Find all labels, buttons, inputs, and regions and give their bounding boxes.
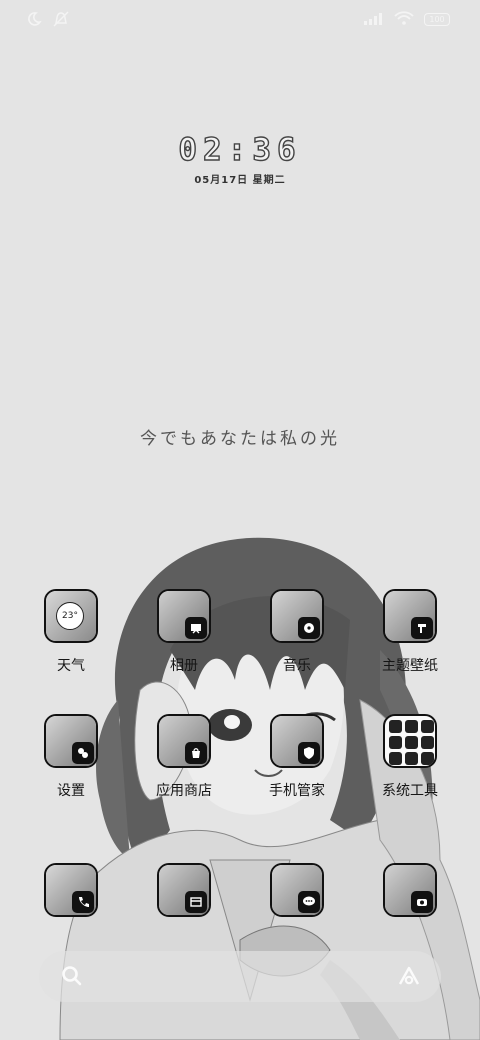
settings-icon [44,714,98,768]
app-label: 主题壁纸 [382,658,438,674]
search-icon[interactable] [61,965,83,991]
app-gallery[interactable]: 相册 [134,589,234,675]
app-phone-manager[interactable]: 手机管家 [247,714,347,800]
app-theme[interactable]: 主题壁纸 [360,589,460,675]
phone-manager-icon [270,714,324,768]
dock-messages[interactable] [247,863,347,917]
search-bar[interactable] [39,951,441,1002]
messages-icon [270,863,324,917]
folder-system-tools[interactable]: 系统工具 [360,714,460,800]
app-weather[interactable]: 23° 天气 [21,589,121,675]
app-store-icon [157,714,211,768]
wifi-icon [394,10,414,29]
app-label: 相册 [170,658,198,674]
app-label: 系统工具 [382,783,438,799]
weather-temp: 23° [56,602,84,630]
battery-icon: 100 [424,13,450,26]
browser-icon [157,863,211,917]
lockscreen-date: 05月17日 星期二 [194,175,286,186]
theme-icon [383,589,437,643]
gallery-icon [157,589,211,643]
camera-icon [383,863,437,917]
app-label: 天气 [57,658,85,674]
phone-icon [44,863,98,917]
music-icon [270,589,324,643]
signal-icon [364,10,384,29]
app-music[interactable]: 音乐 [247,589,347,675]
app-label: 手机管家 [269,783,325,799]
system-tools-folder-icon [383,714,437,768]
lockscreen-time: 02:36 [178,131,302,168]
app-store[interactable]: 应用商店 [134,714,234,800]
dock-browser[interactable] [134,863,234,917]
app-label: 设置 [57,783,85,799]
weather-icon: 23° [44,589,98,643]
alarm-off-icon [52,10,70,32]
app-label: 应用商店 [156,783,212,799]
dock-camera[interactable] [360,863,460,917]
app-settings[interactable]: 设置 [21,714,121,800]
moon-icon [26,11,42,31]
app-label: 音乐 [283,658,311,674]
status-bar: 100 [0,0,480,40]
assistant-icon[interactable] [397,965,421,991]
wallpaper-quote: 今でもあなたは私の光 [140,429,340,449]
dock-phone[interactable] [21,863,121,917]
